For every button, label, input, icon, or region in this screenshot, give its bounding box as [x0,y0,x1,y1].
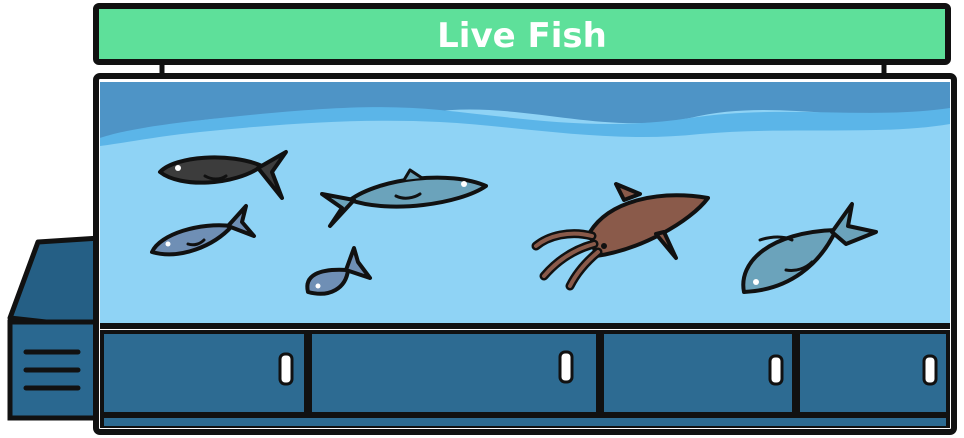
sign-title: Live Fish [437,16,607,56]
cabinet-door[interactable] [604,334,792,412]
cabinet-door[interactable] [104,334,304,412]
cabinet-base [104,418,946,426]
cabinet [100,330,950,428]
door-handle[interactable] [558,350,574,384]
cabinet-door[interactable] [312,334,596,412]
side-storage-unit [7,235,103,421]
door-handle[interactable] [278,352,294,386]
live-fish-sign: Live Fish [93,3,951,65]
live-fish-tank-scene: Live Fish [7,3,957,435]
door-handle[interactable] [922,354,938,386]
door-handle[interactable] [768,354,784,386]
